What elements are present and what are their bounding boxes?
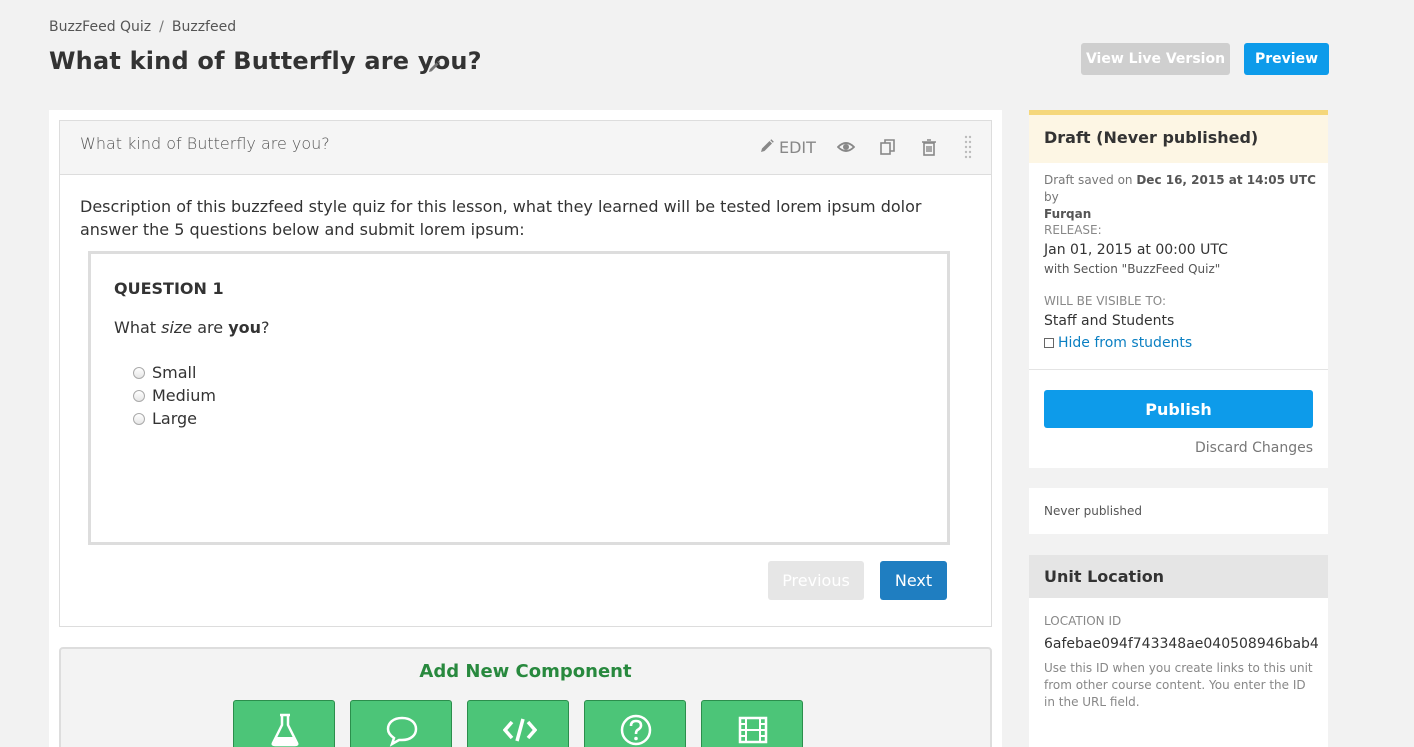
question-text-prefix: What (114, 318, 162, 337)
breadcrumb-separator: / (159, 19, 164, 35)
unit-content: What kind of Butterfly are you? EDIT Des… (49, 110, 1002, 747)
add-discussion-button[interactable] (350, 700, 452, 747)
speech-bubble-icon (386, 716, 418, 747)
add-html-button[interactable] (467, 700, 569, 747)
release-section: with Section "BuzzFeed Quiz" (1044, 262, 1221, 276)
publish-status-card: Draft (Never published) Draft saved on D… (1029, 110, 1328, 468)
visible-value: Staff and Students (1044, 313, 1175, 329)
option-label: Medium (152, 386, 216, 405)
next-button[interactable]: Next (880, 561, 947, 600)
question-text-suffix: ? (261, 318, 270, 337)
saved-date: Dec 16, 2015 at 14:05 UTC (1136, 173, 1316, 187)
xblock-header: What kind of Butterfly are you? EDIT (60, 121, 991, 175)
unit-location-title: Unit Location (1029, 555, 1328, 598)
add-problem-button[interactable] (584, 700, 686, 747)
radio-button[interactable] (133, 389, 145, 402)
question-label: QUESTION 1 (114, 279, 224, 298)
answer-options: Small Medium Large (133, 361, 216, 430)
add-new-component: Add New Component (59, 647, 992, 747)
release-label: RELEASE: (1044, 223, 1102, 237)
breadcrumb-section[interactable]: Buzzfeed (172, 19, 236, 35)
view-live-version-button[interactable]: View Live Version (1081, 43, 1230, 75)
question-text-strong: you (228, 318, 262, 337)
option-small[interactable]: Small (133, 361, 216, 384)
hide-from-students-toggle[interactable]: Hide from students (1044, 335, 1192, 351)
hide-checkbox[interactable] (1044, 338, 1054, 348)
publish-history: Never published (1029, 488, 1328, 534)
publish-button[interactable]: Publish (1044, 390, 1313, 428)
add-component-title: Add New Component (419, 661, 632, 682)
duplicate-icon[interactable] (879, 138, 897, 156)
question-text: What size are you? (114, 318, 270, 337)
xblock-component: What kind of Butterfly are you? EDIT Des… (59, 120, 992, 627)
question-text-emphasis: size (161, 318, 193, 337)
pencil-icon (760, 138, 774, 157)
location-help: Use this ID when you create links to thi… (1044, 661, 1313, 709)
saved-prefix: Draft saved on (1044, 173, 1137, 187)
visible-label: WILL BE VISIBLE TO: (1044, 294, 1167, 308)
page-title: What kind of Butterfly are you? (49, 47, 482, 75)
breadcrumb: BuzzFeed Quiz / Buzzfeed (49, 19, 236, 35)
discard-changes-link[interactable]: Discard Changes (1195, 440, 1313, 456)
divider (1029, 369, 1328, 370)
status-title: Draft (Never published) (1029, 115, 1328, 163)
xblock-title: What kind of Butterfly are you? (80, 134, 330, 153)
radio-button[interactable] (133, 412, 145, 425)
question-icon (620, 714, 652, 746)
unit-location-card: Unit Location LOCATION ID 6afebae094f743… (1029, 555, 1328, 747)
add-video-button[interactable] (701, 700, 803, 747)
draft-saved-info: Draft saved on Dec 16, 2015 at 14:05 UTC… (1044, 172, 1319, 223)
quiz-description: Description of this buzzfeed style quiz … (80, 197, 922, 239)
option-label: Small (152, 363, 197, 382)
pencil-icon[interactable] (427, 59, 441, 73)
film-icon (738, 716, 768, 744)
option-medium[interactable]: Medium (133, 384, 216, 407)
question-box: QUESTION 1 What size are you? Small Medi… (88, 251, 950, 545)
option-large[interactable]: Large (133, 407, 216, 430)
saved-user: Furqan (1044, 207, 1092, 221)
radio-button[interactable] (133, 366, 145, 379)
preview-button[interactable]: Preview (1244, 43, 1329, 75)
location-id-value: 6afebae094f743348ae040508946bab4 (1044, 636, 1319, 652)
edit-label: EDIT (779, 138, 816, 157)
add-advanced-button[interactable] (233, 700, 335, 747)
eye-icon[interactable] (836, 138, 856, 156)
hide-label: Hide from students (1058, 335, 1193, 351)
location-id-label: LOCATION ID (1044, 614, 1122, 628)
breadcrumb-course[interactable]: BuzzFeed Quiz (49, 19, 151, 35)
previous-button[interactable]: Previous (768, 561, 864, 600)
option-label: Large (152, 409, 198, 428)
trash-icon[interactable] (920, 138, 938, 156)
drag-handle-icon[interactable] (964, 135, 972, 159)
flask-icon (271, 713, 299, 747)
question-text-mid: are (192, 318, 229, 337)
code-icon (503, 718, 537, 742)
saved-by: by (1044, 190, 1059, 204)
edit-button[interactable]: EDIT (760, 138, 816, 157)
release-value: Jan 01, 2015 at 00:00 UTC (1044, 242, 1228, 258)
